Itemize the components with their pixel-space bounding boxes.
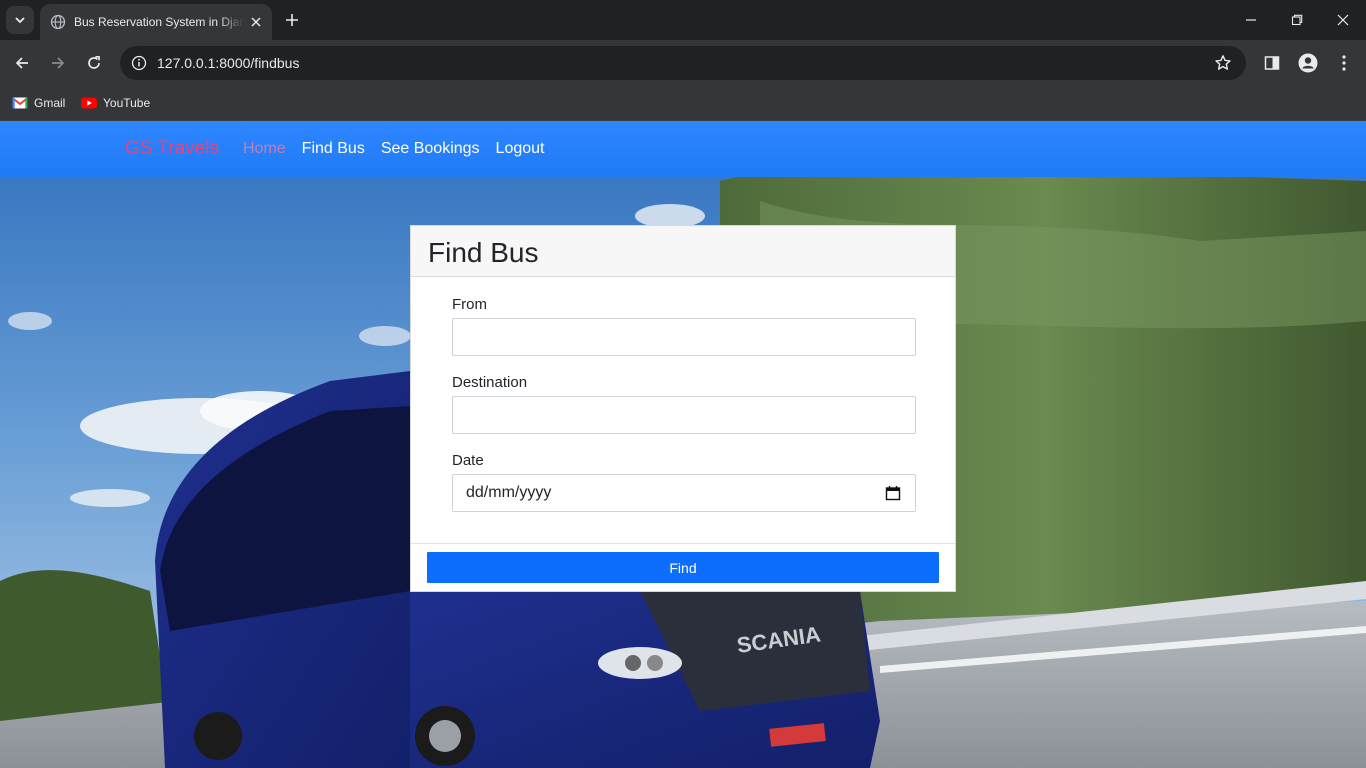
bookmark-youtube[interactable]: YouTube xyxy=(81,92,150,114)
bookmark-gmail[interactable]: Gmail xyxy=(12,92,65,114)
tab-search-button[interactable] xyxy=(6,6,34,34)
bookmark-label: Gmail xyxy=(34,96,66,110)
find-bus-form: From Destination Date dd/mm/yyyy xyxy=(452,296,916,530)
find-bus-card: Find Bus From Destination Date dd/mm/yyy… xyxy=(410,225,956,592)
minimize-button[interactable] xyxy=(1228,0,1274,40)
globe-icon xyxy=(50,14,66,30)
site-info-icon[interactable] xyxy=(130,54,148,72)
close-icon xyxy=(1337,14,1349,26)
back-button[interactable] xyxy=(8,49,36,77)
site-navbar: GS Travels Home Find Bus See Bookings Lo… xyxy=(0,121,1366,177)
find-button[interactable]: Find xyxy=(427,552,939,583)
brand-link[interactable]: GS Travels xyxy=(125,138,219,160)
web-page: SCANIA GS Travels Home Find Bus See Book… xyxy=(0,121,1366,768)
profile-icon[interactable] xyxy=(1296,51,1320,75)
nav-see-bookings[interactable]: See Bookings xyxy=(381,140,480,158)
close-tab-icon[interactable] xyxy=(248,14,264,30)
forward-button[interactable] xyxy=(44,49,72,77)
plus-icon xyxy=(286,14,298,26)
nav-home[interactable]: Home xyxy=(243,140,286,158)
bookmarks-bar: Gmail YouTube xyxy=(0,86,1366,121)
close-window-button[interactable] xyxy=(1320,0,1366,40)
from-input[interactable] xyxy=(452,318,916,356)
reload-icon xyxy=(88,55,100,69)
restore-icon xyxy=(1291,14,1303,26)
from-label: From xyxy=(452,296,487,313)
date-label: Date xyxy=(452,452,484,469)
arrow-right-icon xyxy=(52,57,65,69)
url-text: 127.0.0.1:8000/findbus xyxy=(157,55,300,71)
bookmark-label: YouTube xyxy=(103,96,151,110)
tab-title: Bus Reservation System in Django xyxy=(74,15,244,29)
calendar-icon[interactable] xyxy=(885,485,901,501)
menu-dots-icon[interactable] xyxy=(1332,51,1356,75)
arrow-left-icon xyxy=(15,57,28,69)
browser-tab[interactable]: Bus Reservation System in Django xyxy=(40,4,272,40)
address-bar[interactable]: 127.0.0.1:8000/findbus xyxy=(120,46,1246,80)
destination-input[interactable] xyxy=(452,396,916,434)
nav-logout[interactable]: Logout xyxy=(496,140,545,158)
youtube-icon xyxy=(81,97,97,109)
date-placeholder: dd/mm/yyyy xyxy=(466,484,552,501)
reload-button[interactable] xyxy=(80,49,108,77)
card-footer: Find xyxy=(411,543,955,591)
bookmark-star-icon[interactable] xyxy=(1214,54,1232,72)
gmail-icon xyxy=(12,97,28,109)
restore-button[interactable] xyxy=(1274,0,1320,40)
side-panel-icon[interactable] xyxy=(1260,51,1284,75)
card-header: Find Bus xyxy=(411,226,955,277)
new-tab-button[interactable] xyxy=(280,8,304,32)
date-input[interactable]: dd/mm/yyyy xyxy=(452,474,916,512)
minimize-icon xyxy=(1246,19,1256,21)
browser-tab-strip: Bus Reservation System in Django xyxy=(0,0,1366,40)
chevron-down-icon xyxy=(15,17,25,24)
nav-find-bus[interactable]: Find Bus xyxy=(302,140,365,158)
destination-label: Destination xyxy=(452,374,528,391)
browser-toolbar: 127.0.0.1:8000/findbus xyxy=(0,40,1366,86)
card-title: Find Bus xyxy=(428,237,539,268)
